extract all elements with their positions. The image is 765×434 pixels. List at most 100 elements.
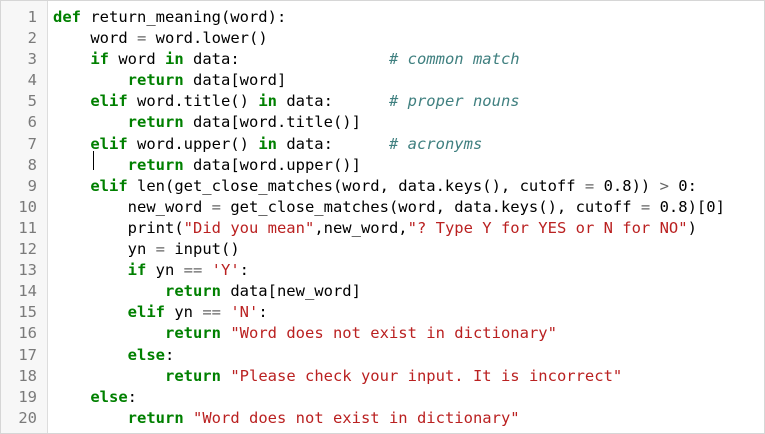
code-token: word.title()	[127, 92, 259, 111]
keyword-token: else	[127, 345, 165, 364]
keyword-token: return	[127, 408, 184, 427]
code-line[interactable]: 2 word = word.lower()	[1, 28, 765, 49]
code-text[interactable]: elif yn == 'N':	[53, 302, 268, 323]
line-number: 18	[18, 366, 37, 385]
code-line[interactable]: 11 print("Did you mean",new_word,"? Type…	[1, 218, 765, 239]
code-line[interactable]: 12 yn = input()	[1, 239, 765, 260]
operator-token: =	[640, 197, 651, 216]
operator-token: =	[155, 240, 165, 259]
line-number: 20	[18, 408, 37, 427]
keyword-token: return	[164, 366, 221, 385]
code-line[interactable]: 7 elif word.upper() in data: # acronyms	[1, 134, 765, 155]
code-token: 0.8)[0]	[650, 197, 725, 216]
operator-token: ==	[202, 303, 221, 322]
line-number: 11	[18, 218, 37, 237]
code-line[interactable]: 6 return data[word.title()]	[1, 112, 765, 133]
keyword-token: elif	[90, 176, 128, 195]
code-text[interactable]: return data[word]	[53, 70, 287, 91]
code-text[interactable]: word = word.lower()	[53, 28, 267, 49]
code-text[interactable]: return data[word.title()]	[53, 112, 361, 133]
string-token: 'N'	[230, 303, 259, 322]
code-token: :	[258, 303, 268, 322]
line-number: 10	[18, 197, 37, 216]
string-token: "Word does not exist in dictionary"	[193, 408, 520, 427]
keyword-token: elif	[90, 134, 128, 153]
code-text[interactable]: elif word.title() in data: # proper noun…	[53, 91, 519, 112]
code-token: :	[127, 387, 137, 406]
keyword-token: in	[165, 50, 184, 69]
code-line[interactable]: 14 return data[new_word]	[1, 281, 765, 302]
code-line[interactable]: 1 def return_meaning(word):	[1, 7, 765, 28]
code-text[interactable]: if word in data: # common match	[53, 49, 519, 70]
code-line[interactable]: 16 return "Word does not exist in dictio…	[1, 323, 765, 344]
code-line[interactable]: 3 if word in data: # common match	[1, 49, 765, 70]
keyword-token: if	[90, 50, 109, 69]
code-text[interactable]: return "Word does not exist in dictionar…	[53, 323, 557, 344]
keyword-token: in	[258, 92, 277, 111]
code-line[interactable]: 15 elif yn == 'N':	[1, 302, 765, 323]
string-token: "? Type Y for YES or N for NO"	[407, 218, 688, 237]
code-token: print(	[53, 218, 184, 237]
code-line[interactable]: 20 return "Word does not exist in dictio…	[1, 408, 765, 429]
code-line[interactable]: 10 new_word = get_close_matches(word, da…	[1, 197, 765, 218]
code-text[interactable]: def return_meaning(word):	[53, 7, 286, 28]
operator-token: =	[584, 176, 595, 195]
code-text[interactable]: if yn == 'Y':	[53, 260, 249, 281]
code-lines[interactable]: 1 def return_meaning(word): 2 word = word.…	[1, 7, 765, 429]
code-line[interactable]: 8 return data[word.upper()]	[1, 155, 765, 176]
code-text[interactable]: return data[word.upper()]	[53, 155, 361, 176]
code-token: return_meaning(word):	[81, 8, 287, 26]
line-number: 16	[18, 324, 37, 343]
code-text[interactable]: else:	[53, 387, 137, 408]
line-number: 13	[18, 261, 37, 280]
code-token: get_close_matches(word, data.keys(), cut…	[220, 197, 641, 216]
string-token: "Word does not exist in dictionary"	[230, 324, 557, 343]
code-editor[interactable]: 1 def return_meaning(word): 2 word = word.…	[0, 0, 765, 434]
code-token: data[word.upper()]	[183, 155, 361, 174]
code-text[interactable]: elif len(get_close_matches(word, data.ke…	[53, 176, 697, 197]
code-text[interactable]: return "Please check your input. It is i…	[53, 366, 622, 387]
code-line[interactable]: 4 return data[word]	[1, 70, 765, 91]
code-line[interactable]: 5 elif word.title() in data: # proper no…	[1, 91, 765, 112]
string-token: "Please check your input. It is incorrec…	[230, 366, 623, 385]
line-number: 2	[27, 29, 37, 48]
code-token: ,new_word,	[314, 218, 408, 237]
code-line[interactable]: 13 if yn == 'Y':	[1, 260, 765, 281]
code-text[interactable]: yn = input()	[53, 239, 240, 260]
code-line[interactable]: 9 elif len(get_close_matches(word, data.…	[1, 176, 765, 197]
code-token: :	[239, 261, 250, 280]
code-text[interactable]: else:	[53, 345, 175, 366]
code-text[interactable]: return "Word does not exist in dictionar…	[53, 408, 520, 429]
code-token: data[word.title()]	[183, 113, 361, 132]
code-token: yn	[146, 261, 184, 280]
line-number: 5	[27, 92, 37, 111]
code-text[interactable]: print("Did you mean",new_word,"? Type Y …	[53, 218, 697, 239]
line-number: 7	[27, 134, 37, 153]
text-cursor	[93, 151, 94, 170]
code-text[interactable]: new_word = get_close_matches(word, data.…	[53, 197, 725, 218]
keyword-token: return	[164, 282, 221, 301]
line-number: 12	[18, 240, 37, 259]
operator-token: =	[137, 29, 147, 48]
code-line[interactable]: 19 else:	[1, 387, 765, 408]
code-text[interactable]: return data[new_word]	[53, 281, 361, 302]
code-text[interactable]: elif word.upper() in data: # acronyms	[53, 134, 482, 155]
code-token: :	[164, 345, 175, 364]
code-token: new_word	[53, 197, 212, 216]
operator-token: >	[659, 176, 669, 195]
keyword-token: elif	[127, 303, 165, 322]
code-line[interactable]: 18 return "Please check your input. It i…	[1, 366, 765, 387]
operator-token: =	[211, 197, 221, 216]
code-line[interactable]: 17 else:	[1, 345, 765, 366]
